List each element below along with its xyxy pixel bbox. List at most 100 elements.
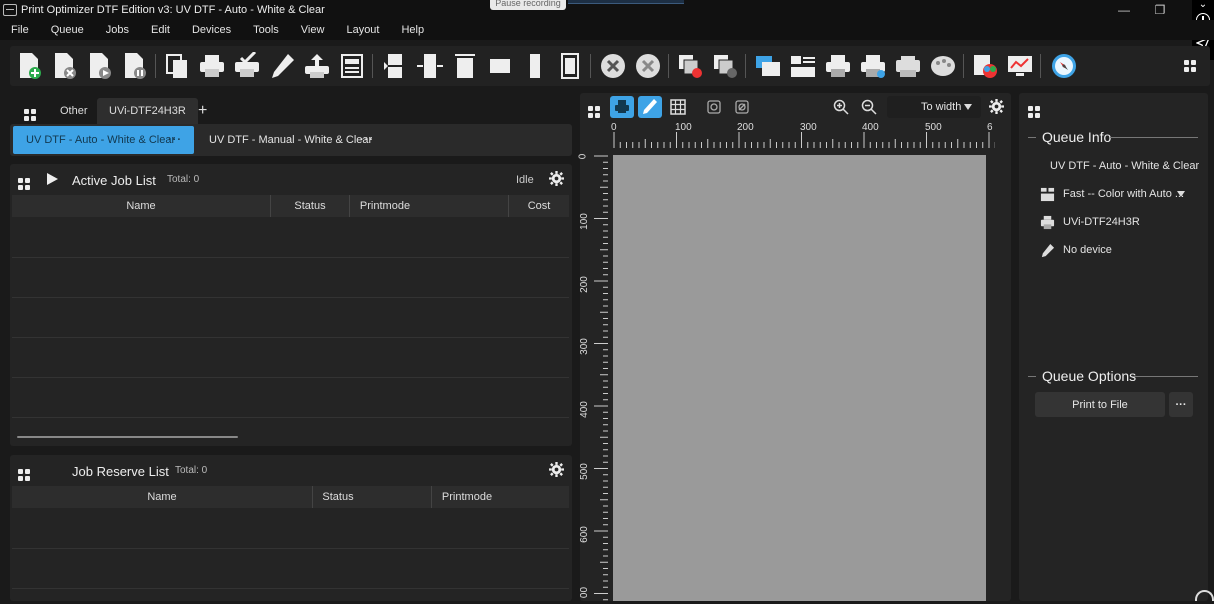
table-row — [12, 588, 569, 589]
gear-icon[interactable] — [989, 99, 1004, 117]
compass-icon[interactable] — [1049, 51, 1079, 81]
menu-tools[interactable]: Tools — [253, 24, 279, 36]
printer-settings-icon[interactable] — [858, 51, 888, 81]
pause-recording-tooltip: Pause recording — [490, 0, 566, 10]
menu-view[interactable]: View — [301, 24, 325, 36]
print-up-icon[interactable] — [302, 51, 332, 81]
printer-icon[interactable] — [823, 51, 853, 81]
menu-help[interactable]: Help — [401, 24, 424, 36]
column-header-status[interactable]: Status — [271, 195, 349, 217]
add-job-icon[interactable] — [15, 51, 45, 81]
queue-table-icon[interactable] — [788, 51, 818, 81]
delete-layers-icon[interactable] — [675, 51, 705, 81]
column-header-printmode[interactable]: Printmode — [432, 486, 502, 508]
chevron-down-icon[interactable] — [1177, 191, 1185, 197]
print-canvas[interactable] — [613, 155, 986, 601]
queue-tab-auto[interactable]: UV DTF - Auto - White & Clear ··· — [13, 126, 194, 154]
print-view-button[interactable] — [610, 96, 634, 118]
align-center-icon[interactable] — [415, 51, 445, 81]
copy-jobs-icon[interactable] — [162, 51, 192, 81]
align-middle-icon[interactable] — [485, 51, 515, 81]
remove-job-icon[interactable] — [50, 51, 80, 81]
toolbar-separator — [1040, 54, 1041, 78]
stop-icon[interactable] — [633, 51, 663, 81]
more-options-icon[interactable]: ··· — [360, 126, 374, 154]
layers-icon[interactable] — [753, 51, 783, 81]
ruler-label: 300 — [578, 338, 590, 355]
ruler-label: 500 — [925, 122, 942, 133]
menu-bar: File Queue Jobs Edit Devices Tools View … — [0, 20, 1214, 40]
menu-devices[interactable]: Devices — [192, 24, 231, 36]
section-divider — [1110, 137, 1198, 138]
chevron-down-icon[interactable]: ⌄ — [1192, 0, 1214, 10]
restore-button[interactable]: ❐ — [1142, 0, 1178, 20]
pen-icon[interactable] — [267, 51, 297, 81]
table-row — [12, 337, 569, 338]
more-options-icon[interactable]: ··· — [168, 126, 182, 154]
ruler-label: 100 — [675, 122, 692, 133]
grid-menu-icon[interactable] — [1175, 51, 1205, 81]
printer-network-icon[interactable] — [893, 51, 923, 81]
menu-jobs[interactable]: Jobs — [106, 24, 129, 36]
queue-group-tabs: Other UVi-DTF24H3R + — [10, 96, 572, 124]
column-header-printmode[interactable]: Printmode — [350, 195, 420, 217]
queue-tab-manual[interactable]: UV DTF - Manual - White & Clear ··· — [196, 126, 386, 154]
gear-icon[interactable] — [549, 462, 564, 480]
zoom-in-icon[interactable] — [833, 99, 849, 118]
color-palette-icon[interactable] — [928, 51, 958, 81]
menu-edit[interactable]: Edit — [151, 24, 170, 36]
fit-height-icon[interactable] — [555, 51, 585, 81]
menu-queue[interactable]: Queue — [51, 24, 84, 36]
grid-menu-icon[interactable] — [18, 172, 30, 190]
column-header-name[interactable]: Name — [12, 486, 312, 508]
grid-menu-icon[interactable] — [18, 463, 30, 481]
zoom-out-icon[interactable] — [861, 99, 877, 118]
layer-lock-icon[interactable] — [734, 99, 750, 118]
printmode-icon — [1040, 187, 1055, 205]
grid-menu-icon[interactable] — [12, 98, 48, 124]
grid-menu-icon[interactable] — [1028, 100, 1040, 118]
print-icon[interactable] — [197, 51, 227, 81]
print-to-file-button[interactable]: Print to File — [1035, 392, 1165, 417]
grid-menu-icon[interactable] — [588, 100, 600, 118]
gear-icon[interactable] — [549, 171, 564, 189]
zoom-mode-select[interactable]: To width — [887, 96, 981, 118]
pause-job-icon[interactable] — [120, 51, 150, 81]
window-title: Print Optimizer DTF Edition v3: UV DTF -… — [21, 4, 325, 16]
grid-view-icon[interactable] — [670, 99, 686, 118]
ruler-label: 200 — [578, 276, 590, 293]
column-header-cost[interactable]: Cost — [509, 195, 569, 217]
layer-visibility-icon[interactable] — [706, 99, 722, 118]
menu-layout[interactable]: Layout — [346, 24, 379, 36]
printmode-select[interactable]: Fast -- Color with Auto ... — [1063, 188, 1184, 200]
align-vertical-icon[interactable] — [520, 51, 550, 81]
print-check-icon[interactable] — [232, 51, 262, 81]
menu-file[interactable]: File — [11, 24, 29, 36]
duplicate-layers-icon[interactable] — [710, 51, 740, 81]
device-status: No device — [1063, 244, 1112, 256]
edit-view-button[interactable] — [638, 96, 662, 118]
toolbar-separator — [745, 54, 746, 78]
minimize-button[interactable]: — — [1106, 0, 1142, 20]
align-top-icon[interactable] — [450, 51, 480, 81]
add-tab-icon[interactable]: + — [186, 98, 219, 124]
start-job-icon[interactable] — [85, 51, 115, 81]
monitor-chart-icon[interactable] — [1005, 51, 1035, 81]
tab-other[interactable]: Other — [48, 98, 100, 124]
ruler-label: 600 — [578, 526, 590, 543]
horizontal-scrollbar[interactable] — [17, 436, 238, 438]
ruler-label: 200 — [737, 122, 754, 133]
toolbar-separator — [372, 54, 373, 78]
status-label: Idle — [516, 174, 534, 186]
preview-sheet-icon[interactable] — [337, 51, 367, 81]
cancel-print-icon[interactable] — [598, 51, 628, 81]
tab-printer[interactable]: UVi-DTF24H3R — [97, 98, 198, 124]
play-icon[interactable] — [47, 173, 58, 185]
section-divider — [1028, 137, 1036, 138]
fit-page-icon[interactable] — [380, 51, 410, 81]
color-profile-icon[interactable] — [970, 51, 1000, 81]
column-header-name[interactable]: Name — [12, 195, 270, 217]
more-options-icon[interactable]: ··· — [1169, 392, 1193, 417]
table-row — [12, 548, 569, 549]
column-header-status[interactable]: Status — [313, 486, 363, 508]
